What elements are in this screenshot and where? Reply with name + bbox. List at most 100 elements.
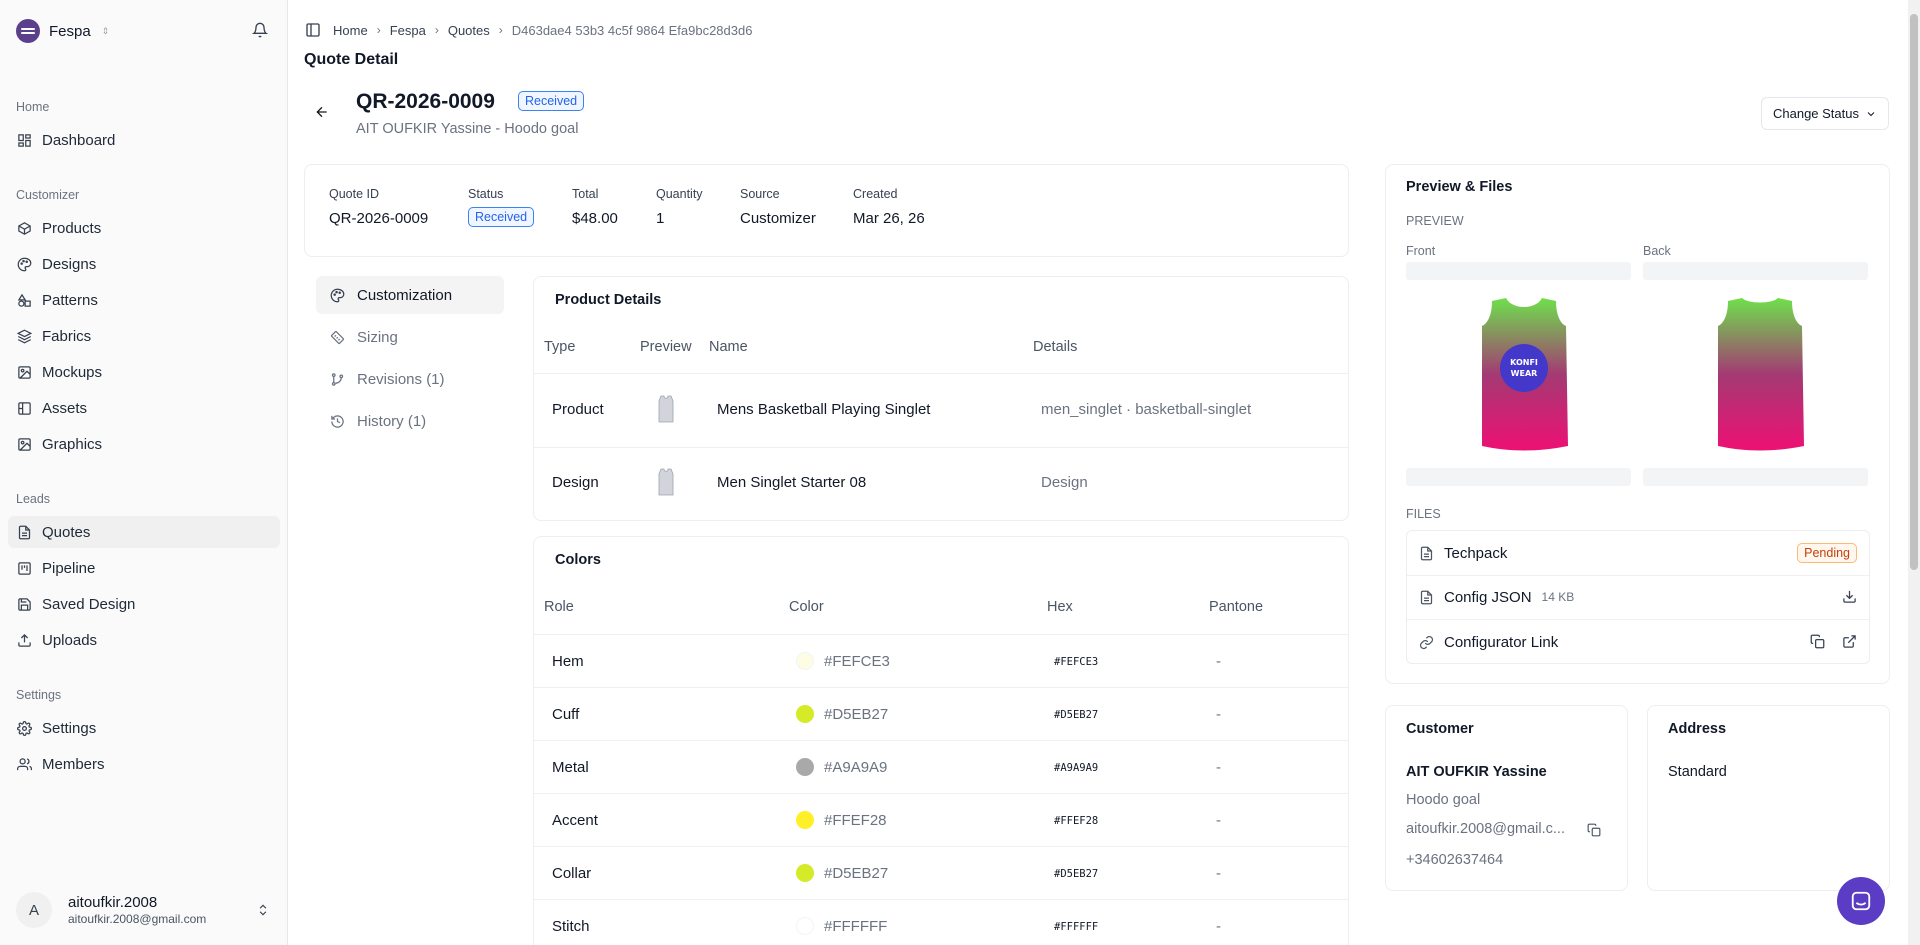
cell-color: #D5EB27 xyxy=(824,865,889,882)
sidebar-toggle-icon[interactable] xyxy=(305,22,321,38)
cell-hex: #FFFFFF xyxy=(1054,921,1099,933)
cell-pantone: - xyxy=(1216,653,1221,670)
sidebar-item-fabrics[interactable]: Fabrics xyxy=(8,320,280,352)
sidebar-item-pipeline[interactable]: Pipeline xyxy=(8,552,280,584)
customer-email: aitoufkir.2008@gmail.c... xyxy=(1406,821,1565,837)
sidebar-item-label: Settings xyxy=(42,719,97,737)
tab-history[interactable]: History (1) xyxy=(316,402,504,440)
copy-icon[interactable] xyxy=(1587,823,1601,837)
cell-role: Cuff xyxy=(552,706,580,723)
tab-label: Sizing xyxy=(357,328,398,346)
tab-revisions[interactable]: Revisions (1) xyxy=(316,360,504,398)
breadcrumb-home[interactable]: Home xyxy=(333,23,368,38)
cell-hex: #FEFCE3 xyxy=(1054,656,1099,668)
preview-files-title: Preview & Files xyxy=(1406,179,1513,195)
cell-details: Design xyxy=(1041,474,1088,491)
summary-label: Created xyxy=(853,187,898,201)
sidebar-item-mockups[interactable]: Mockups xyxy=(8,356,280,388)
sidebar-item-assets[interactable]: Assets xyxy=(8,392,280,424)
sidebar-item-dashboard[interactable]: Dashboard xyxy=(8,124,280,156)
cell-type: Product xyxy=(552,401,604,418)
back-label: Back xyxy=(1643,244,1671,258)
colors-card: Colors Role Color Hex Pantone Hem #FEFCE3… xyxy=(533,536,1349,945)
column-header: Pantone xyxy=(1209,599,1264,615)
address-card: Address Standard xyxy=(1647,705,1890,891)
cell-color: #A9A9A9 xyxy=(824,759,888,776)
file-row-configurator-link[interactable]: Configurator Link xyxy=(1407,620,1869,664)
tab-label: Revisions (1) xyxy=(357,370,445,388)
chevron-right-icon: › xyxy=(376,23,381,37)
copy-icon[interactable] xyxy=(1810,634,1825,649)
sidebar-item-patterns[interactable]: Patterns xyxy=(8,284,280,316)
sidebar-item-quotes[interactable]: Quotes xyxy=(8,516,280,548)
file-name: Config JSON xyxy=(1444,588,1532,606)
user-name: aitoufkir.2008 xyxy=(68,894,158,911)
nav-section-home: Home xyxy=(16,100,50,114)
customer-title: Customer xyxy=(1406,721,1474,737)
column-header: Name xyxy=(709,339,748,355)
front-preview-image[interactable]: KONFI WEAR xyxy=(1476,296,1572,454)
cell-hex: #D5EB27 xyxy=(1054,709,1099,721)
file-name: Techpack xyxy=(1444,544,1508,562)
sidebar-item-designs[interactable]: Designs xyxy=(8,248,280,280)
dashboard-icon xyxy=(18,133,31,147)
cell-role: Collar xyxy=(552,865,592,882)
color-swatch xyxy=(796,811,814,829)
breadcrumb-quotes[interactable]: Quotes xyxy=(448,23,490,38)
bell-icon[interactable] xyxy=(252,22,268,38)
pending-badge: Pending xyxy=(1797,543,1857,563)
column-header: Hex xyxy=(1047,599,1073,615)
front-label: Front xyxy=(1406,244,1436,258)
tab-customization[interactable]: Customization xyxy=(316,276,504,314)
quote-summary-card: Quote ID QR-2026-0009 Status Received To… xyxy=(304,164,1349,257)
sidebar-item-products[interactable]: Products xyxy=(8,212,280,244)
color-swatch xyxy=(796,917,814,935)
file-icon xyxy=(1420,590,1433,604)
summary-value: $48.00 xyxy=(572,210,618,227)
quote-title: QR-2026-0009 xyxy=(356,90,495,113)
summary-label: Source xyxy=(740,187,780,201)
external-link-icon[interactable] xyxy=(1842,634,1857,649)
box-icon xyxy=(18,221,31,235)
chevron-down-icon xyxy=(1867,111,1875,116)
sidebar: Fespa ⇕ Home Dashboard Customizer Produc… xyxy=(0,0,288,945)
change-status-button[interactable]: Change Status xyxy=(1761,97,1889,130)
page-title: Quote Detail xyxy=(304,51,399,68)
cell-color: #D5EB27 xyxy=(824,706,889,723)
user-menu[interactable]: A aitoufkir.2008 aitoufkir.2008@gmail.co… xyxy=(16,890,278,930)
chevron-up-down-icon xyxy=(259,904,267,916)
breadcrumb-fespa[interactable]: Fespa xyxy=(390,23,426,38)
preview-files-card: Preview & Files PREVIEW Front Back KONFI… xyxy=(1385,164,1890,684)
sidebar-item-label: Uploads xyxy=(42,631,98,649)
chat-icon xyxy=(1851,891,1871,911)
logo-text: WEAR xyxy=(1511,369,1538,378)
column-header: Details xyxy=(1033,339,1078,355)
sidebar-item-label: Products xyxy=(42,219,102,237)
cell-color: #FFEF28 xyxy=(824,812,887,829)
file-name: Configurator Link xyxy=(1444,633,1559,651)
workspace-switcher[interactable]: Fespa ⇕ xyxy=(16,19,109,43)
preview-section-label: PREVIEW xyxy=(1406,214,1464,228)
scrollbar-thumb[interactable] xyxy=(1910,14,1918,570)
chat-launcher-button[interactable] xyxy=(1837,877,1885,925)
sidebar-item-label: Graphics xyxy=(42,435,103,453)
scrollbar[interactable] xyxy=(1908,0,1920,945)
download-icon[interactable] xyxy=(1842,589,1857,604)
sidebar-item-uploads[interactable]: Uploads xyxy=(8,624,280,656)
image-icon xyxy=(18,365,31,379)
colors-title: Colors xyxy=(555,552,601,568)
file-row-config-json[interactable]: Config JSON 14 KB xyxy=(1407,575,1869,619)
cell-color: #FFFFFF xyxy=(824,918,888,935)
file-icon xyxy=(1420,546,1433,560)
summary-label: Quote ID xyxy=(329,187,380,201)
sidebar-item-saved-design[interactable]: Saved Design xyxy=(8,588,280,620)
sidebar-item-members[interactable]: Members xyxy=(8,748,280,780)
sidebar-item-settings[interactable]: Settings xyxy=(8,712,280,744)
color-swatch xyxy=(796,864,814,882)
sidebar-item-graphics[interactable]: Graphics xyxy=(8,428,280,460)
back-preview-image[interactable] xyxy=(1712,296,1808,454)
file-row-techpack[interactable]: Techpack Pending xyxy=(1407,531,1869,575)
cell-hex: #FFEF28 xyxy=(1054,815,1099,827)
arrow-left-icon[interactable] xyxy=(314,104,330,120)
tab-sizing[interactable]: Sizing xyxy=(316,318,504,356)
